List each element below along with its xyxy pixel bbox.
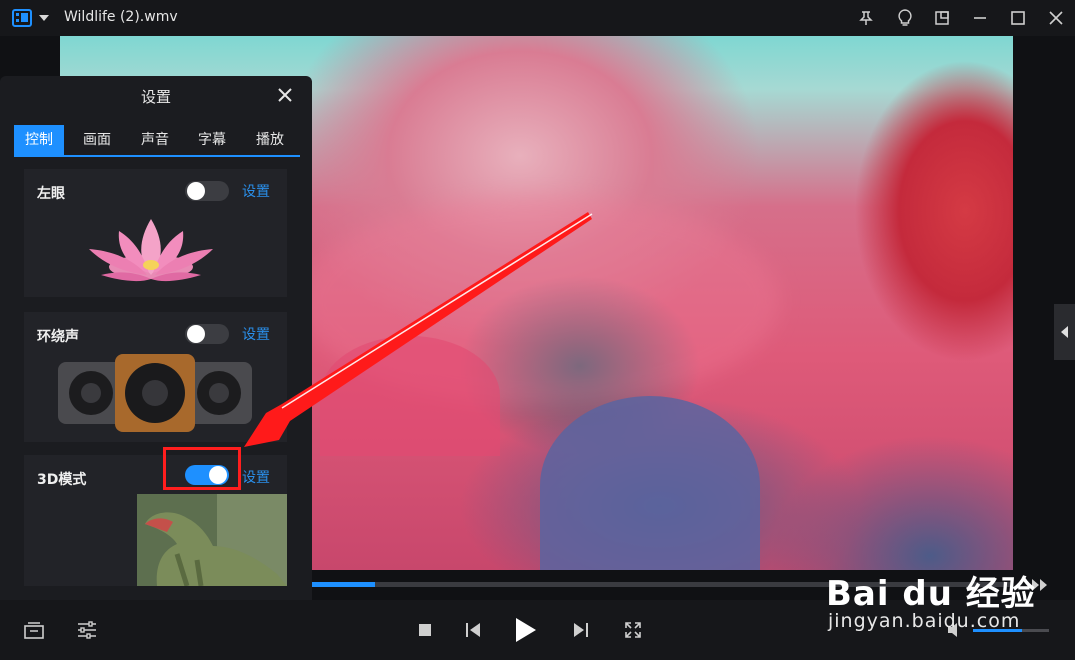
fullscreen-icon[interactable] [621, 618, 645, 642]
settings-sliders-icon[interactable] [75, 618, 99, 642]
window-title: Wildlife (2).wmv [64, 9, 178, 25]
3d-mode-settings-link[interactable]: 设置 [242, 467, 270, 487]
watermark-url: jingyan.baidu.com [828, 610, 1021, 632]
settings-panel: 设置 控制 画面 声音 字幕 播放 左眼 设置 环绕声 设置 3D模式 设置 [0, 76, 312, 600]
card-label: 3D模式 [37, 472, 87, 488]
panel-close-icon[interactable] [276, 86, 296, 106]
toggle-knob [187, 325, 205, 343]
surround-toggle[interactable] [185, 324, 229, 344]
left-eye-settings-link[interactable]: 设置 [242, 181, 270, 201]
mini-mode-icon[interactable] [932, 8, 952, 28]
settings-tabs: 控制 画面 声音 字幕 播放 [14, 125, 300, 157]
app-logo-icon[interactable] [12, 9, 32, 31]
tab-playback[interactable]: 播放 [245, 125, 295, 155]
seek-progress [312, 582, 375, 587]
maximize-icon[interactable] [1008, 8, 1028, 28]
previous-icon[interactable] [461, 618, 485, 642]
menu-dropdown-icon[interactable] [39, 15, 49, 21]
card-label: 左眼 [37, 186, 65, 202]
toggle-knob [187, 182, 205, 200]
side-panel-toggle[interactable] [1054, 304, 1075, 360]
pin-icon[interactable] [856, 8, 876, 28]
tab-audio[interactable]: 声音 [130, 125, 180, 155]
card-3d-mode: 3D模式 设置 [24, 455, 287, 586]
tab-control[interactable]: 控制 [14, 125, 64, 155]
next-icon[interactable] [569, 618, 593, 642]
card-surround: 环绕声 设置 [24, 312, 287, 442]
surround-settings-link[interactable]: 设置 [242, 324, 270, 344]
lotus-image [89, 219, 213, 282]
chevron-left-icon [1060, 326, 1068, 338]
stop-icon[interactable] [413, 618, 437, 642]
tab-picture[interactable]: 画面 [72, 125, 122, 155]
speakers-image [58, 354, 252, 432]
highlight-box [163, 447, 241, 490]
left-eye-toggle[interactable] [185, 181, 229, 201]
panel-title: 设置 [140, 88, 171, 106]
video-content-rock [540, 396, 760, 570]
dinosaur-image [137, 494, 287, 586]
close-window-icon[interactable] [1046, 8, 1066, 28]
watermark-logo: Bai du 经验 [826, 574, 1036, 614]
card-left-eye: 左眼 设置 [24, 169, 287, 297]
baidu-watermark: Bai du 经验 jingyan.baidu.com [826, 566, 1036, 632]
card-label: 环绕声 [37, 329, 79, 345]
skin-bulb-icon[interactable] [895, 8, 915, 28]
minimize-icon[interactable] [970, 8, 990, 28]
play-icon[interactable] [513, 618, 537, 642]
title-bar: Wildlife (2).wmv [0, 0, 1075, 36]
tab-subtitle[interactable]: 字幕 [187, 125, 237, 155]
video-content-hill [320, 336, 500, 456]
playlist-icon[interactable] [22, 618, 46, 642]
